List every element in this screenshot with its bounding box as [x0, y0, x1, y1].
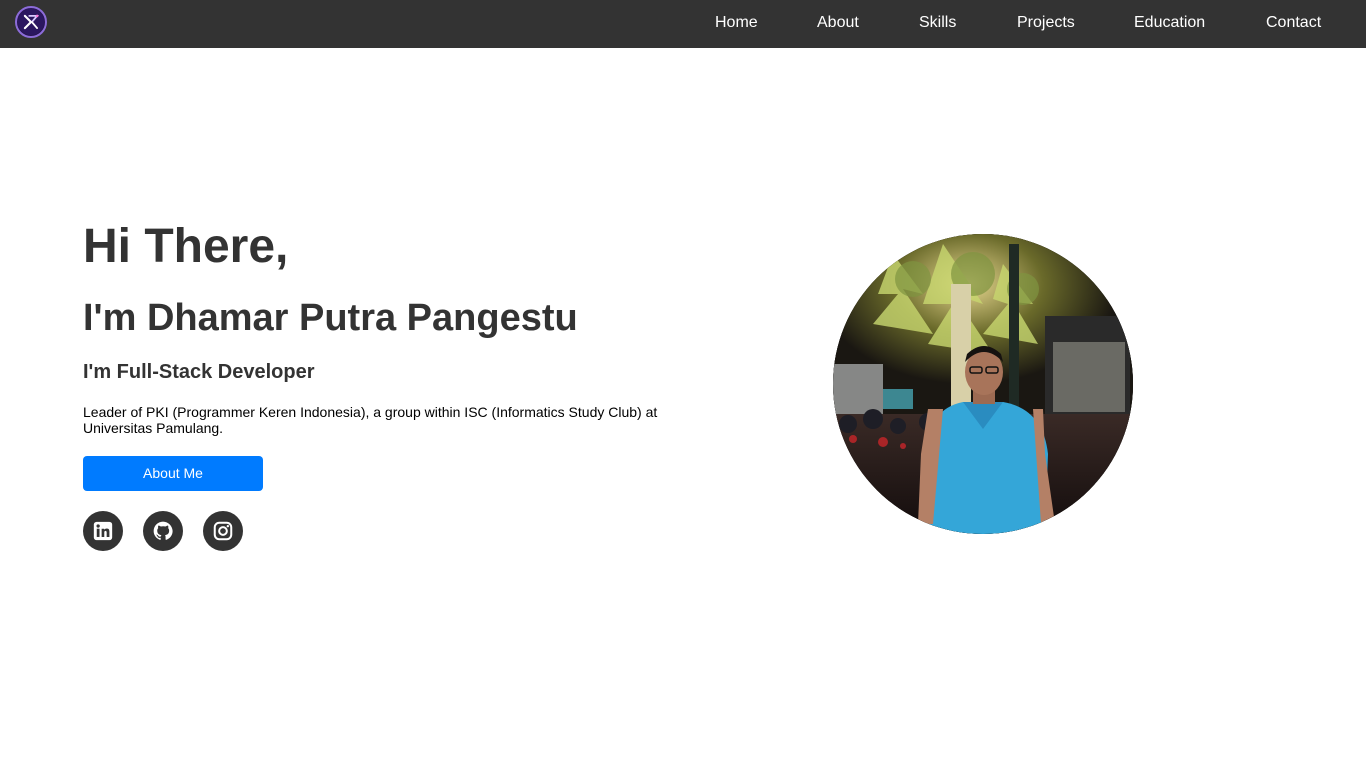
profile-photo — [833, 234, 1133, 534]
hero-role: I'm Full-Stack Developer — [83, 361, 315, 383]
github-icon — [153, 521, 173, 540]
hero-greeting: Hi There, — [83, 220, 289, 273]
instagram-link[interactable] — [203, 511, 243, 551]
linkedin-link[interactable] — [83, 511, 123, 551]
hero-description: Leader of PKI (Programmer Keren Indonesi… — [83, 404, 658, 436]
nav-projects[interactable]: Projects — [1017, 13, 1075, 33]
nav-menu: Home About Skills Projects Education Con… — [0, 0, 1366, 48]
nav-about[interactable]: About — [817, 13, 859, 33]
hero-name: I'm Dhamar Putra Pangestu — [83, 297, 578, 339]
nav-education[interactable]: Education — [1134, 13, 1205, 33]
linkedin-icon — [93, 521, 113, 541]
github-link[interactable] — [143, 511, 183, 551]
nav-contact[interactable]: Contact — [1266, 13, 1321, 33]
nav-home[interactable]: Home — [715, 13, 758, 33]
navbar: Home About Skills Projects Education Con… — [0, 0, 1366, 48]
instagram-icon — [213, 521, 233, 541]
about-me-button[interactable]: About Me — [83, 456, 263, 491]
nav-skills[interactable]: Skills — [919, 13, 956, 33]
